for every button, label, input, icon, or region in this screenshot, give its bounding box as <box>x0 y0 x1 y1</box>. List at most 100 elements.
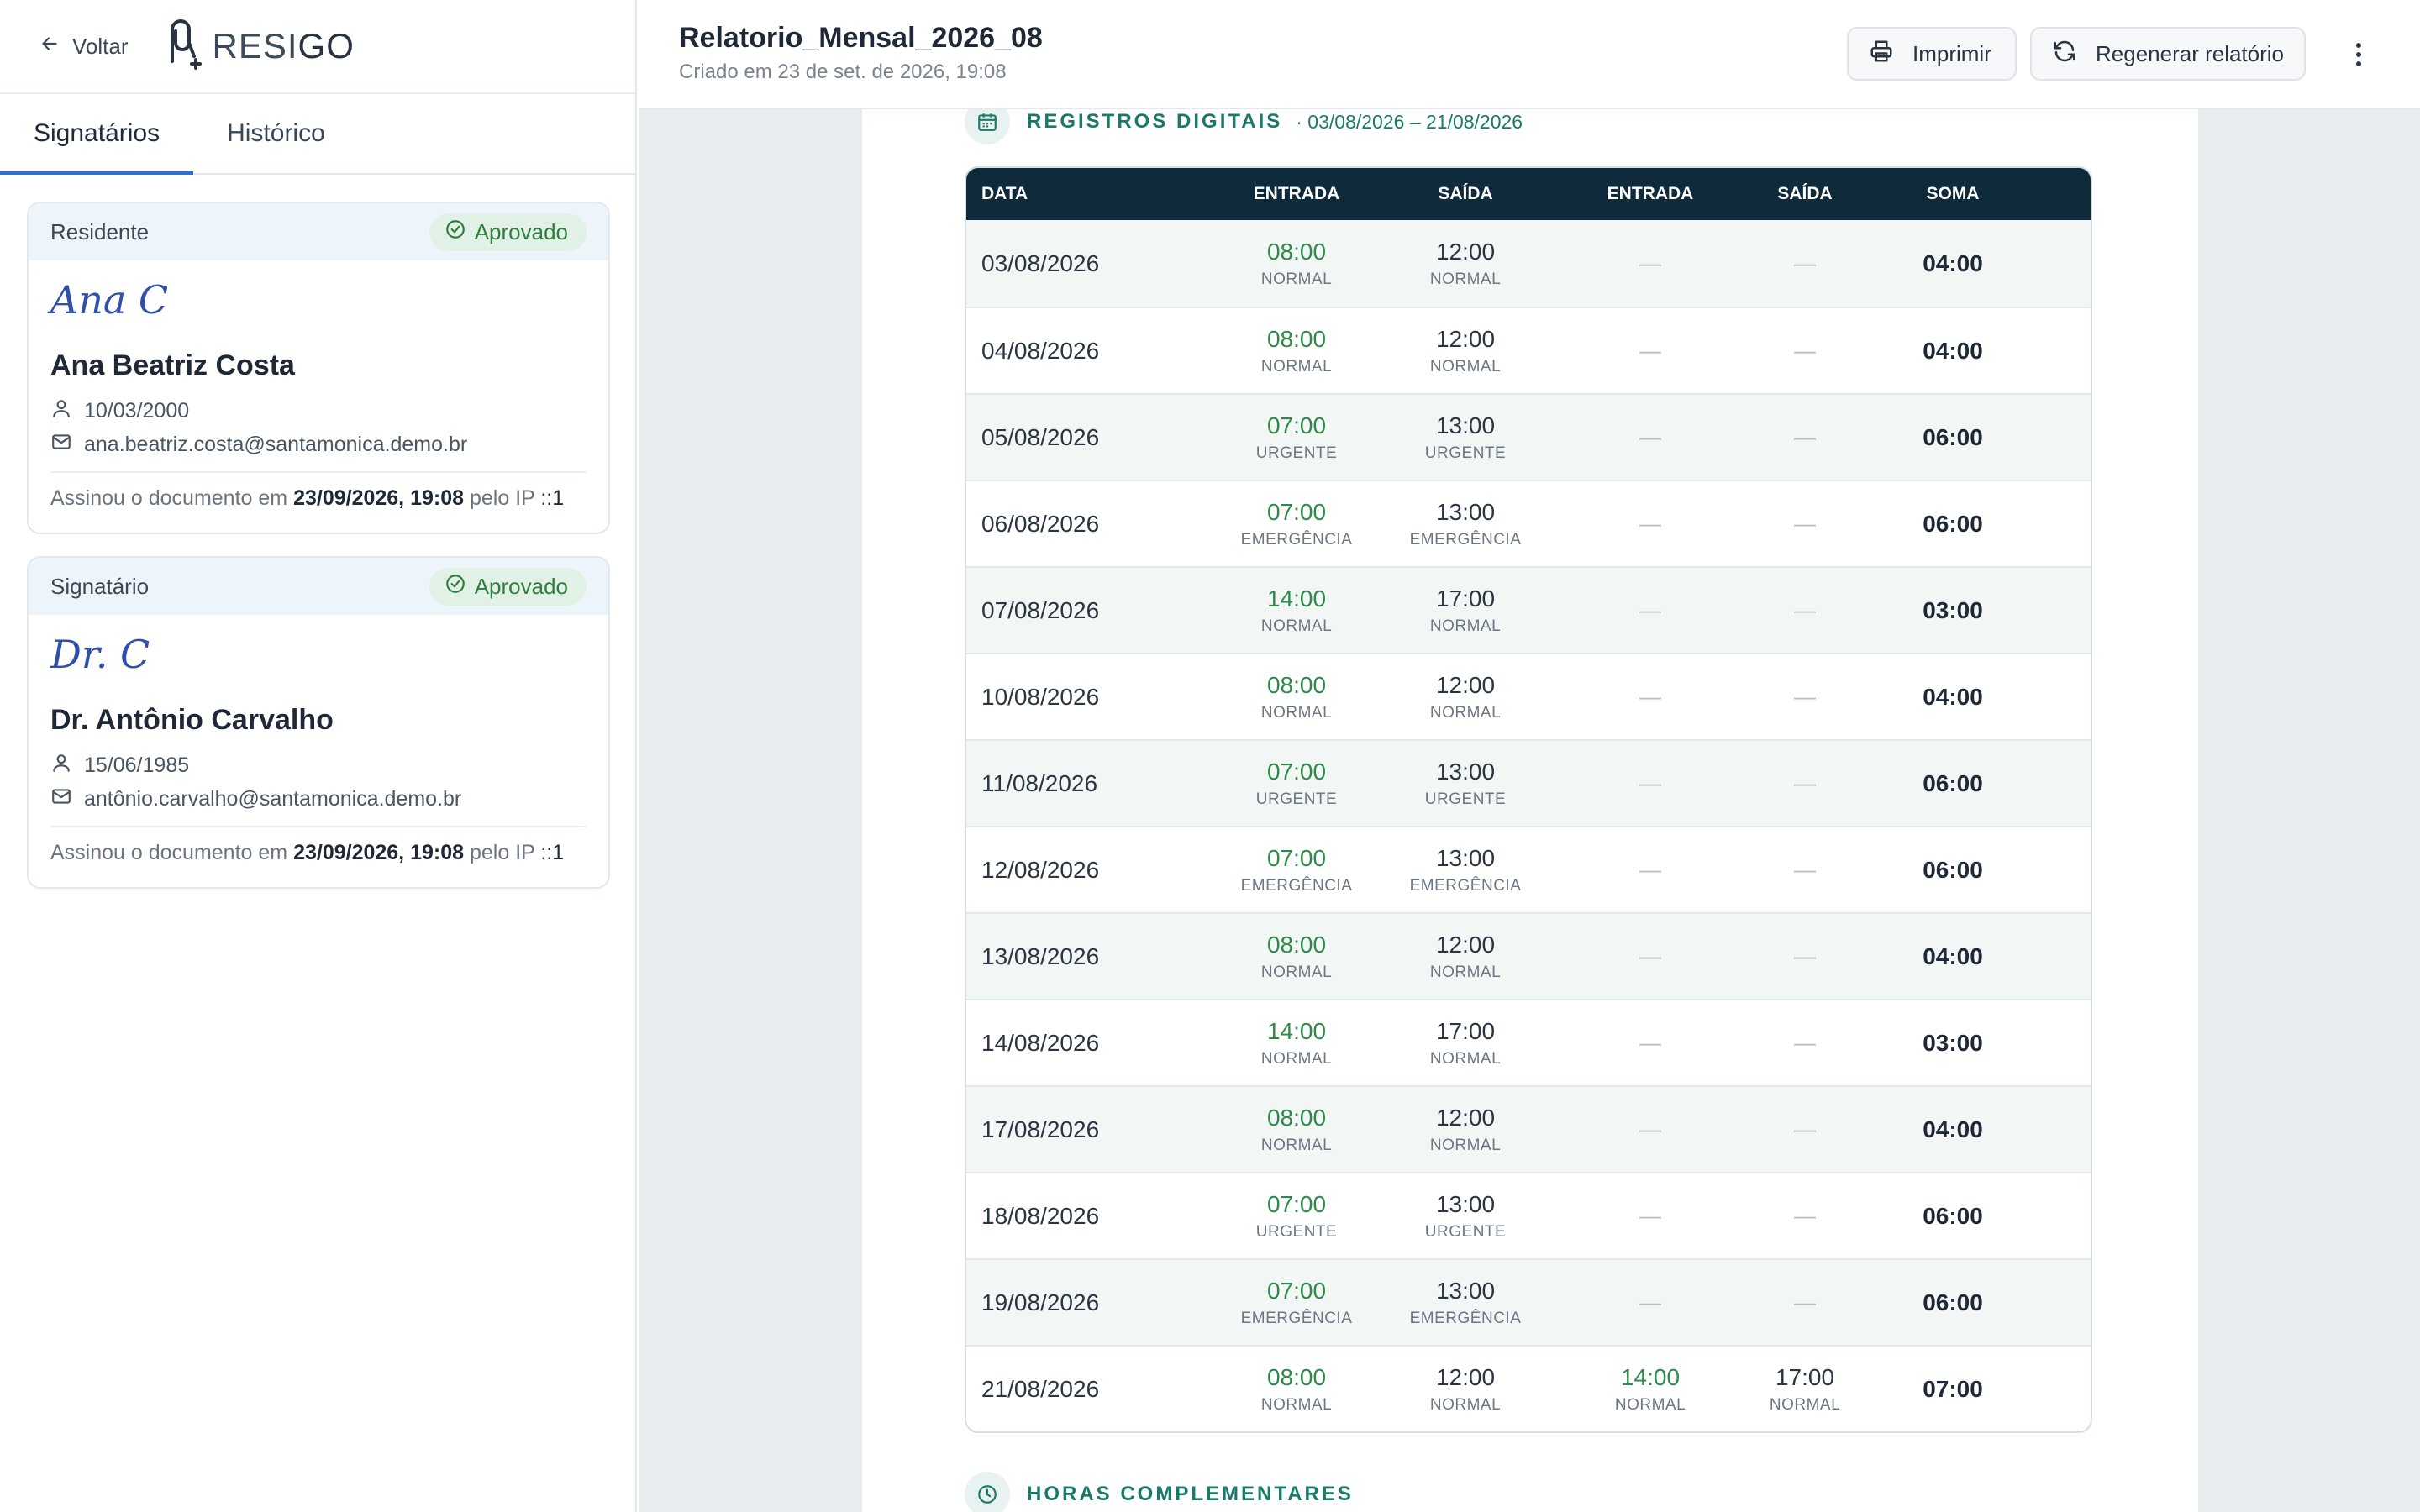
print-label: Imprimir <box>1912 40 1991 66</box>
cell-out2: — <box>1734 684 1876 710</box>
signer-name: Ana Beatriz Costa <box>50 349 295 381</box>
time-type: NORMAL <box>1429 357 1502 375</box>
document-title: Relatorio_Mensal_2026_08 <box>679 22 1043 54</box>
cell-sum: 04:00 <box>1876 1116 2030 1143</box>
table-header: DATA ENTRADA SAÍDA ENTRADA SAÍDA SOMA <box>966 168 2091 220</box>
document-page[interactable]: REGISTROS DIGITAIS · 03/08/2026 – 21/08/… <box>862 99 2198 1512</box>
signer-card: Residente Aprovado Ana C Ana Beatriz Cos… <box>27 202 610 534</box>
cell-date: 05/08/2026 <box>981 423 1100 450</box>
signer-card-header: Signatário Aprovado <box>29 558 608 615</box>
header-entrada-2: ENTRADA <box>1607 184 1694 203</box>
time-value: 14:00 <box>1620 1363 1681 1390</box>
regenerate-report-button[interactable]: Regenerar relatório <box>2030 27 2306 81</box>
cell-date: 19/08/2026 <box>981 1289 1100 1315</box>
cell-in1: 07:00 URGENTE <box>1228 1191 1365 1242</box>
time-value: — <box>1639 597 1661 622</box>
sum-value: 04:00 <box>1923 942 1983 969</box>
time-value: 07:00 <box>1266 1190 1327 1217</box>
section-title: HORAS COMPLEMENTARES <box>1027 1483 1354 1505</box>
cell-in1: 08:00 NORMAL <box>1228 326 1365 376</box>
cell-in1: 08:00 NORMAL <box>1228 1364 1365 1415</box>
tab-signatarios[interactable]: Signatários <box>0 94 194 175</box>
cell-out2: — <box>1734 597 1876 623</box>
document-viewer: REGISTROS DIGITAIS · 03/08/2026 – 21/08/… <box>639 0 2420 1512</box>
cell-out2: — <box>1734 1030 1876 1056</box>
sum-value: 04:00 <box>1923 249 1983 276</box>
time-type: EMERGÊNCIA <box>1409 1309 1522 1327</box>
sum-value: 04:00 <box>1923 1116 1983 1142</box>
back-button[interactable]: Voltar <box>39 33 129 60</box>
time-type: NORMAL <box>1260 963 1333 981</box>
time-value: — <box>1639 857 1661 882</box>
table-row: 13/08/2026 08:00 NORMAL 12:00 NORMAL — — 04:00 <box>966 912 2091 999</box>
cell-in1: 08:00 NORMAL <box>1228 239 1365 289</box>
cell-out1: 17:00 NORMAL <box>1365 1018 1566 1068</box>
time-type: EMERGÊNCIA <box>1409 876 1522 895</box>
time-value: — <box>1794 684 1816 709</box>
user-icon <box>50 397 72 425</box>
signer-email: ana.beatriz.costa@santamonica.demo.br <box>84 432 468 456</box>
mail-icon <box>50 785 72 813</box>
time-value: 17:00 <box>1775 1363 1835 1390</box>
cell-out1: 13:00 EMERGÊNCIA <box>1365 499 1566 549</box>
time-value: — <box>1794 1289 1816 1315</box>
cell-in2: — <box>1566 1203 1734 1229</box>
cell-date: 17/08/2026 <box>981 1116 1100 1142</box>
time-value: 13:00 <box>1435 1190 1496 1217</box>
time-type: URGENTE <box>1255 444 1338 462</box>
time-type: NORMAL <box>1260 1049 1333 1068</box>
status-badge: Aprovado <box>429 567 587 606</box>
time-type: NORMAL <box>1260 617 1333 635</box>
time-value: 08:00 <box>1266 931 1327 958</box>
cell-sum: 04:00 <box>1876 338 2030 365</box>
time-value: — <box>1794 338 1816 363</box>
time-value: — <box>1794 1116 1816 1142</box>
time-type: URGENTE <box>1255 790 1338 808</box>
time-value: 08:00 <box>1266 238 1327 265</box>
cell-sum: 06:00 <box>1876 511 2030 538</box>
section-header-extra: HORAS COMPLEMENTARES <box>965 1472 1354 1512</box>
cell-in1: 08:00 NORMAL <box>1228 1105 1365 1155</box>
time-value: — <box>1639 1116 1661 1142</box>
cell-out2: 17:00 NORMAL <box>1734 1364 1876 1415</box>
time-value: — <box>1794 1203 1816 1228</box>
sum-value: 06:00 <box>1923 1289 1983 1315</box>
time-type: NORMAL <box>1260 1136 1333 1154</box>
time-type: NORMAL <box>1429 1049 1502 1068</box>
cell-in1: 07:00 EMERGÊNCIA <box>1228 1278 1365 1328</box>
time-type: URGENTE <box>1424 444 1507 462</box>
cell-out1: 13:00 URGENTE <box>1365 759 1566 809</box>
section-range: · 03/08/2026 – 21/08/2026 <box>1296 110 1523 133</box>
print-button[interactable]: Imprimir <box>1847 27 2017 81</box>
cell-out2: — <box>1734 338 1876 364</box>
time-value: — <box>1639 338 1661 363</box>
time-value: — <box>1639 1289 1661 1315</box>
header-date: DATA <box>981 184 1028 203</box>
section-title: REGISTROS DIGITAIS <box>1027 110 1283 133</box>
time-value: 14:00 <box>1266 1017 1327 1044</box>
user-icon <box>50 752 72 780</box>
cell-out2: — <box>1734 770 1876 796</box>
signer-birth-row: 10/03/2000 <box>29 394 608 428</box>
tab-historico[interactable]: Histórico <box>193 94 359 173</box>
more-options-icon[interactable] <box>2338 34 2380 76</box>
signer-card-header: Residente Aprovado <box>29 203 608 260</box>
time-value: — <box>1639 250 1661 276</box>
cell-out1: 12:00 NORMAL <box>1365 1105 1566 1155</box>
signed-info: Assinou o documento em 23/09/2026, 19:08… <box>50 841 565 864</box>
table-row: 21/08/2026 08:00 NORMAL 12:00 NORMAL 14:00 NOR… <box>966 1345 2091 1431</box>
cell-out2: — <box>1734 250 1876 276</box>
cell-in1: 07:00 EMERGÊNCIA <box>1228 499 1365 549</box>
signer-email: antônio.carvalho@santamonica.demo.br <box>84 786 462 811</box>
time-value: — <box>1639 424 1661 449</box>
cell-out2: — <box>1734 857 1876 883</box>
tab-bar: Signatários Histórico <box>0 94 635 175</box>
signer-name: Dr. Antônio Carvalho <box>50 704 334 736</box>
cell-date: 14/08/2026 <box>981 1029 1100 1056</box>
cell-in1: 07:00 URGENTE <box>1228 759 1365 809</box>
logo: RESIGO <box>166 18 355 74</box>
sum-value: 06:00 <box>1923 1202 1983 1229</box>
cell-date: 07/08/2026 <box>981 596 1100 623</box>
time-value: — <box>1794 770 1816 795</box>
time-value: 13:00 <box>1435 498 1496 525</box>
